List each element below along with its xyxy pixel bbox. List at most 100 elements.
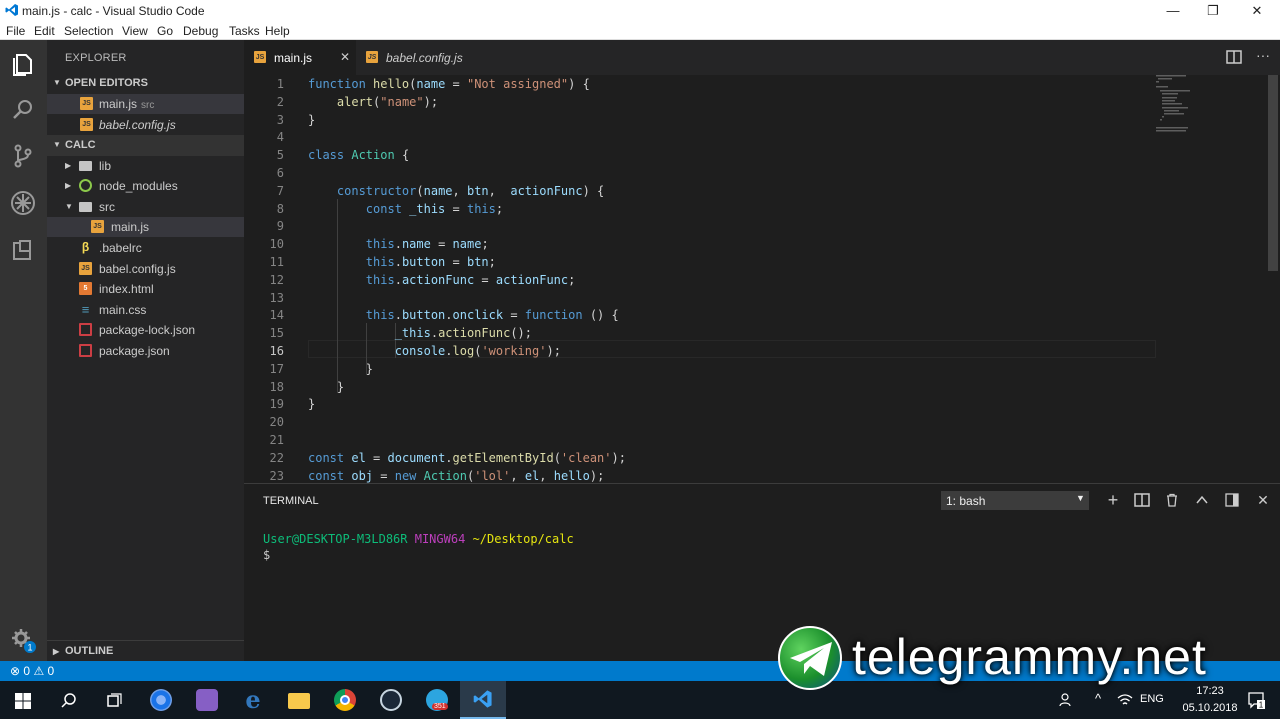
- more-actions-icon[interactable]: ···: [1256, 47, 1270, 63]
- code-token: el: [351, 451, 366, 465]
- open-editor-main-js[interactable]: JS main.js src: [47, 94, 244, 114]
- close-tab-icon[interactable]: ✕: [340, 50, 350, 64]
- trash-icon[interactable]: [1165, 493, 1179, 507]
- json-file-icon: [79, 323, 92, 336]
- taskbar-app-steam[interactable]: [368, 681, 414, 719]
- close-window-button[interactable]: ✕: [1234, 1, 1280, 20]
- scrollbar-thumb[interactable]: [1268, 75, 1278, 271]
- menu-selection[interactable]: Selection: [64, 24, 113, 38]
- menu-help[interactable]: Help: [265, 24, 290, 38]
- menu-go[interactable]: Go: [157, 24, 173, 38]
- maximize-button[interactable]: ❐: [1190, 1, 1236, 20]
- code-token: );: [423, 95, 439, 109]
- code-line: class Action {: [308, 146, 409, 164]
- search-icon[interactable]: [8, 95, 38, 125]
- clock-date[interactable]: 05.10.2018: [1179, 702, 1241, 714]
- wifi-icon[interactable]: [1117, 693, 1133, 707]
- tree-item-src[interactable]: ▼ src: [47, 197, 244, 217]
- problems-indicator[interactable]: ⊗ 0 ⚠ 0: [10, 664, 54, 678]
- taskbar-app-visual-studio[interactable]: [184, 681, 230, 719]
- toggle-panel-position-icon[interactable]: [1225, 493, 1239, 507]
- tree-item-index-html[interactable]: 5 index.html: [47, 279, 244, 299]
- open-editor-label: babel.config.js: [99, 118, 176, 132]
- chevron-up-icon[interactable]: [1195, 493, 1209, 507]
- tree-item-label: package-lock.json: [99, 323, 196, 337]
- taskbar-app-chromium[interactable]: [138, 681, 184, 719]
- code-line: }: [308, 378, 344, 396]
- css-file-icon: ≡: [81, 302, 90, 317]
- code-token: button: [401, 255, 446, 269]
- tree-item-package-lock[interactable]: package-lock.json: [47, 320, 244, 340]
- taskbar-app-edge[interactable]: e: [230, 681, 276, 719]
- start-button[interactable]: [0, 681, 46, 719]
- explorer-icon[interactable]: [8, 49, 38, 79]
- menu-tasks[interactable]: Tasks: [229, 24, 260, 38]
- taskbar-app-telegram[interactable]: 351: [414, 681, 460, 719]
- settings-gear-icon[interactable]: 1: [8, 625, 38, 655]
- chevron-up-icon[interactable]: ^: [1095, 691, 1101, 706]
- watermark: telegrammy.net: [776, 622, 1266, 692]
- tab-main-js[interactable]: JS main.js ✕: [244, 40, 356, 75]
- split-terminal-icon[interactable]: [1134, 493, 1150, 507]
- menu-debug[interactable]: Debug: [183, 24, 218, 38]
- code-token: this: [365, 273, 395, 287]
- tab-babel-config[interactable]: JS babel.config.js: [356, 40, 488, 75]
- taskbar-app-chrome[interactable]: [322, 681, 368, 719]
- split-editor-icon[interactable]: [1226, 50, 1242, 64]
- taskbar-search-button[interactable]: [46, 681, 92, 719]
- input-language[interactable]: ENG: [1140, 693, 1164, 705]
- people-icon[interactable]: [1059, 692, 1075, 708]
- code-token: name: [416, 77, 446, 91]
- terminal-cursor-line[interactable]: $: [263, 548, 270, 562]
- code-token: hello: [373, 77, 410, 91]
- close-panel-icon[interactable]: ✕: [1254, 491, 1272, 509]
- code-editor[interactable]: 1 function hello(name = "Not assigned") {…: [244, 75, 1280, 483]
- minimap[interactable]: [1156, 75, 1266, 135]
- editor-scrollbar[interactable]: [1266, 75, 1280, 483]
- tree-item-main-js[interactable]: JS main.js: [47, 217, 244, 237]
- code-token: Action: [423, 469, 467, 483]
- menu-view[interactable]: View: [122, 24, 148, 38]
- extensions-icon[interactable]: [8, 235, 38, 265]
- tree-item-main-css[interactable]: ≡ main.css: [47, 300, 244, 320]
- new-terminal-icon[interactable]: +: [1104, 491, 1122, 509]
- line-number: 7: [276, 184, 284, 198]
- taskbar-app-vscode[interactable]: [460, 681, 506, 719]
- source-control-icon[interactable]: [8, 141, 38, 171]
- code-token: }: [308, 113, 316, 127]
- tab-terminal[interactable]: TERMINAL: [263, 495, 319, 507]
- code-token: =: [373, 469, 395, 483]
- tree-item-package-json[interactable]: package.json: [47, 341, 244, 361]
- code-token: );: [546, 344, 561, 358]
- code-token: this: [365, 308, 395, 322]
- code-token: (: [416, 184, 424, 198]
- outline-section[interactable]: ▶ OUTLINE: [47, 640, 244, 661]
- code-token: ) {: [568, 77, 590, 91]
- open-editor-label: main.js: [99, 97, 138, 111]
- tree-item-lib[interactable]: ▶ lib: [47, 156, 244, 176]
- code-token: hello: [553, 469, 590, 483]
- tree-item-babelrc[interactable]: β .babelrc: [47, 238, 244, 258]
- code-line: this.button = btn;: [308, 253, 496, 271]
- taskbar-app-file-explorer[interactable]: [276, 681, 322, 719]
- open-editors-section[interactable]: ▼ OPEN EDITORS: [47, 73, 244, 94]
- menu-edit[interactable]: Edit: [34, 24, 55, 38]
- debug-icon[interactable]: [8, 188, 38, 218]
- code-token: const: [308, 469, 352, 483]
- menu-file[interactable]: File: [6, 24, 25, 38]
- code-token: ;: [488, 255, 496, 269]
- tree-item-babel-config[interactable]: JS babel.config.js: [47, 259, 244, 279]
- code-token: this: [365, 237, 395, 251]
- calc-folder-section[interactable]: ▼ CALC: [47, 135, 244, 156]
- task-view-button[interactable]: [92, 681, 138, 719]
- tree-item-node-modules[interactable]: ▶ node_modules: [47, 176, 244, 196]
- terminal-selector[interactable]: 1: bash ▼: [941, 491, 1089, 510]
- line-number: 15: [269, 326, 284, 340]
- code-token: );: [589, 469, 605, 483]
- notifications-icon[interactable]: 1: [1247, 691, 1265, 709]
- open-editor-babel-config[interactable]: JS babel.config.js: [47, 115, 244, 135]
- code-line: this.button.onclick = function () {: [308, 306, 619, 324]
